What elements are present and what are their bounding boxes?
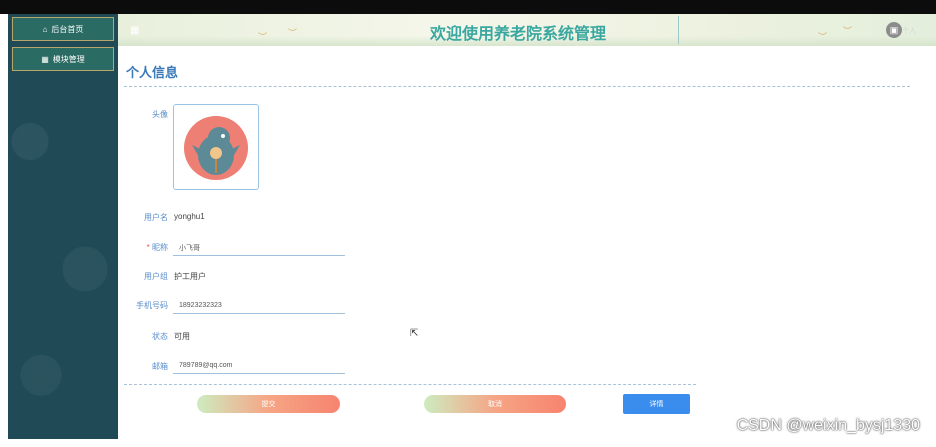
- phone-input[interactable]: [173, 298, 345, 314]
- avatar-image: [184, 116, 248, 180]
- submit-button[interactable]: 提交: [197, 395, 340, 413]
- nickname-input[interactable]: [173, 240, 345, 256]
- status-label: 状态: [152, 332, 168, 341]
- group-value: 护工用户: [174, 272, 206, 281]
- nickname-label: * 昵称: [118, 242, 168, 253]
- required-mark: *: [146, 243, 150, 252]
- top-black-bar: [0, 0, 936, 14]
- avatar-upload[interactable]: [173, 104, 259, 190]
- email-label: 邮箱: [152, 362, 168, 371]
- username-label: 用户名: [144, 213, 168, 222]
- watermark: CSDN @weixin_bysj1330: [736, 417, 920, 434]
- sidebar-item-modules[interactable]: ▦ 模块管理: [12, 47, 114, 71]
- avatar-label: 头像: [152, 110, 168, 119]
- page-title: 个人信息: [126, 65, 179, 80]
- phone-label: 手机号码: [136, 301, 168, 310]
- user-label[interactable]: 个人: [902, 26, 916, 36]
- user-avatar-icon[interactable]: ▣: [886, 22, 902, 38]
- bird-decoration-icon: ︶: [843, 26, 853, 36]
- header: ▦ ︶ ︶ 欢迎使用养老院系统管理 ︶ ︶ ▣ 个人: [118, 14, 936, 46]
- sidebar-item-label: 模块管理: [52, 54, 85, 64]
- group-label: 用户组: [144, 272, 168, 281]
- form-bottom-divider: [124, 384, 696, 385]
- sidebar-item-label: 后台首页: [51, 24, 84, 34]
- grid-icon: ▦: [41, 54, 49, 64]
- mouse-cursor-icon: ⇱: [410, 328, 419, 339]
- home-icon: ⌂: [42, 24, 48, 34]
- cancel-button[interactable]: 取消: [424, 395, 566, 413]
- sidebar-item-home[interactable]: ⌂ 后台首页: [12, 17, 114, 41]
- email-input[interactable]: [173, 358, 345, 374]
- bird-decoration-icon: ︶: [818, 32, 828, 42]
- site-title: 欢迎使用养老院系统管理: [429, 26, 606, 43]
- header-divider: [678, 16, 679, 44]
- username-value: yonghu1: [174, 212, 205, 221]
- status-value: 可用: [174, 332, 190, 341]
- sidebar: ⌂ 后台首页 ▦ 模块管理: [8, 14, 118, 439]
- nickname-label-text: 昵称: [152, 243, 168, 252]
- title-divider: [124, 86, 910, 87]
- detail-button[interactable]: 详情: [623, 394, 690, 414]
